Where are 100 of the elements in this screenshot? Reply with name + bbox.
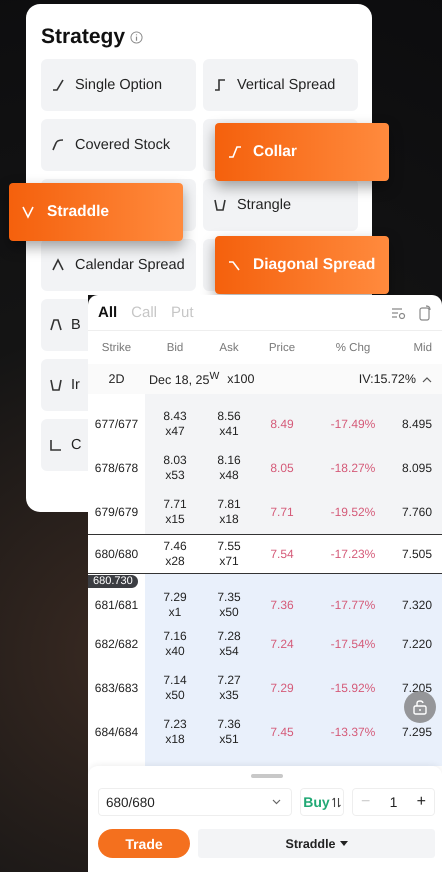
bid-price: 7.46 — [163, 539, 187, 554]
bid-size: x47 — [165, 424, 185, 439]
strategy-dropdown[interactable]: Straddle — [198, 829, 435, 858]
mid-price: 7.505 — [400, 547, 433, 561]
strike-cell-text: 679/679 — [94, 505, 140, 519]
unlock-icon — [412, 699, 428, 715]
last-price: 7.24 — [269, 637, 295, 651]
contract-multiplier: x100 — [227, 372, 254, 386]
ask-size: x71 — [219, 554, 239, 569]
strategy-option[interactable]: Vertical Spread — [203, 59, 358, 111]
ask-price: 7.36 — [217, 717, 241, 732]
phone-rotate-icon[interactable] — [418, 304, 432, 320]
drag-handle[interactable] — [250, 774, 282, 778]
mid-price: 7.320 — [400, 598, 433, 612]
ask-price: 7.55 — [217, 539, 241, 554]
payoff-line-icon — [49, 317, 65, 333]
strategy-option[interactable]: Ir — [41, 359, 88, 411]
bid-price: 7.71 — [163, 497, 187, 512]
strategy-option[interactable]: Calendar Spread — [41, 239, 196, 291]
payoff-line-icon — [227, 144, 243, 160]
percent-change: -13.37% — [330, 725, 376, 739]
strike-cell-text: 683/683 — [94, 681, 140, 695]
bid-price: 7.14 — [163, 673, 187, 688]
percent-change: -17.23% — [330, 547, 376, 561]
underlying-price-badge: 680.730 — [88, 574, 138, 588]
strategy-option[interactable]: Strangle — [203, 179, 358, 231]
bid-size: x28 — [165, 554, 185, 569]
quantity-value: 1 — [390, 794, 398, 810]
bid-price: 7.16 — [163, 629, 187, 644]
ask-size: x51 — [219, 732, 239, 747]
last-price: 7.45 — [269, 725, 295, 739]
quantity-stepper[interactable]: − 1 + — [352, 788, 435, 816]
strike-cell-text: 684/684 — [94, 725, 140, 739]
days-to-expiry: 2D — [108, 372, 126, 386]
increment-button[interactable]: + — [416, 793, 426, 811]
column-header: Ask — [218, 342, 240, 354]
ask-size: x54 — [219, 644, 239, 659]
caret-down-icon — [340, 841, 348, 846]
mid-price: 8.095 — [400, 461, 433, 475]
strategy-option[interactable]: C — [41, 419, 88, 471]
mid-price: 7.220 — [400, 637, 433, 651]
percent-change: -19.52% — [330, 505, 376, 519]
strike-cell-text: 677/677 — [94, 417, 140, 431]
bid-size: x40 — [165, 644, 185, 659]
bid-price: 8.03 — [163, 453, 187, 468]
strategy-option[interactable]: Single Option — [41, 59, 196, 111]
ask-price: 7.28 — [217, 629, 241, 644]
percent-change: -17.49% — [330, 417, 376, 431]
ask-price: 8.56 — [217, 409, 241, 424]
column-header: % Chg — [334, 342, 372, 354]
bid-size: x15 — [165, 512, 185, 527]
payoff-line-icon — [49, 377, 65, 393]
strike-cell-text: 678/678 — [94, 461, 140, 475]
option-row[interactable]: 680/680 7.46 x28 7.55 x71 7.54 -17.23% 7.505 — [88, 534, 442, 574]
strategy-option[interactable]: B — [41, 299, 88, 351]
column-header: Strike — [100, 342, 132, 354]
ask-price: 7.81 — [217, 497, 241, 512]
mid-price: 7.295 — [400, 725, 433, 739]
ask-size: x50 — [219, 605, 239, 620]
expiry-date: Dec 18, 25$^{W}$ — [149, 370, 220, 388]
implied-volatility: IV:15.72% — [358, 372, 416, 386]
column-header: Mid — [412, 342, 433, 354]
bid-size: x50 — [165, 688, 185, 703]
bid-price: 8.43 — [163, 409, 187, 424]
last-price: 7.54 — [269, 547, 295, 561]
strike-cell-text: 682/682 — [94, 637, 140, 651]
ask-size: x41 — [219, 424, 239, 439]
ask-price: 8.16 — [217, 453, 241, 468]
percent-change: -18.27% — [330, 461, 376, 475]
mid-price: 7.205 — [400, 681, 433, 695]
percent-change: -17.54% — [330, 637, 376, 651]
ask-size: x35 — [219, 688, 239, 703]
bid-size: x53 — [165, 468, 185, 483]
strike-cell-text: 680/680 — [94, 547, 140, 561]
strategy-title: Strategy — [41, 25, 126, 49]
bid-price: 7.23 — [163, 717, 187, 732]
bid-size: x18 — [165, 732, 185, 747]
mid-price: 8.495 — [400, 417, 433, 431]
strategy-option[interactable]: Covered Stock — [41, 119, 196, 171]
column-header: Price — [268, 342, 296, 354]
last-price: 8.49 — [269, 417, 295, 431]
bid-size: x1 — [168, 605, 182, 620]
last-price: 8.05 — [269, 461, 295, 475]
column-header: Bid — [166, 342, 184, 354]
payoff-line-icon — [213, 197, 229, 213]
percent-change: -17.77% — [330, 598, 376, 612]
mid-price: 7.760 — [400, 505, 433, 519]
filter-tab[interactable]: All — [98, 304, 118, 321]
last-price: 7.71 — [269, 505, 295, 519]
last-price: 7.29 — [269, 681, 295, 695]
chevron-down-icon — [272, 799, 281, 805]
info-icon[interactable] — [130, 30, 144, 44]
strike-cell-text: 681/681 — [94, 598, 140, 612]
ask-size: x48 — [219, 468, 239, 483]
percent-change: -15.92% — [330, 681, 376, 695]
collapse-caret-icon[interactable] — [422, 376, 432, 382]
bid-price: 7.29 — [163, 590, 187, 605]
last-price: 7.36 — [269, 598, 295, 612]
swap-arrows-icon — [332, 796, 341, 808]
contract-select[interactable]: 680/680 — [98, 788, 292, 816]
